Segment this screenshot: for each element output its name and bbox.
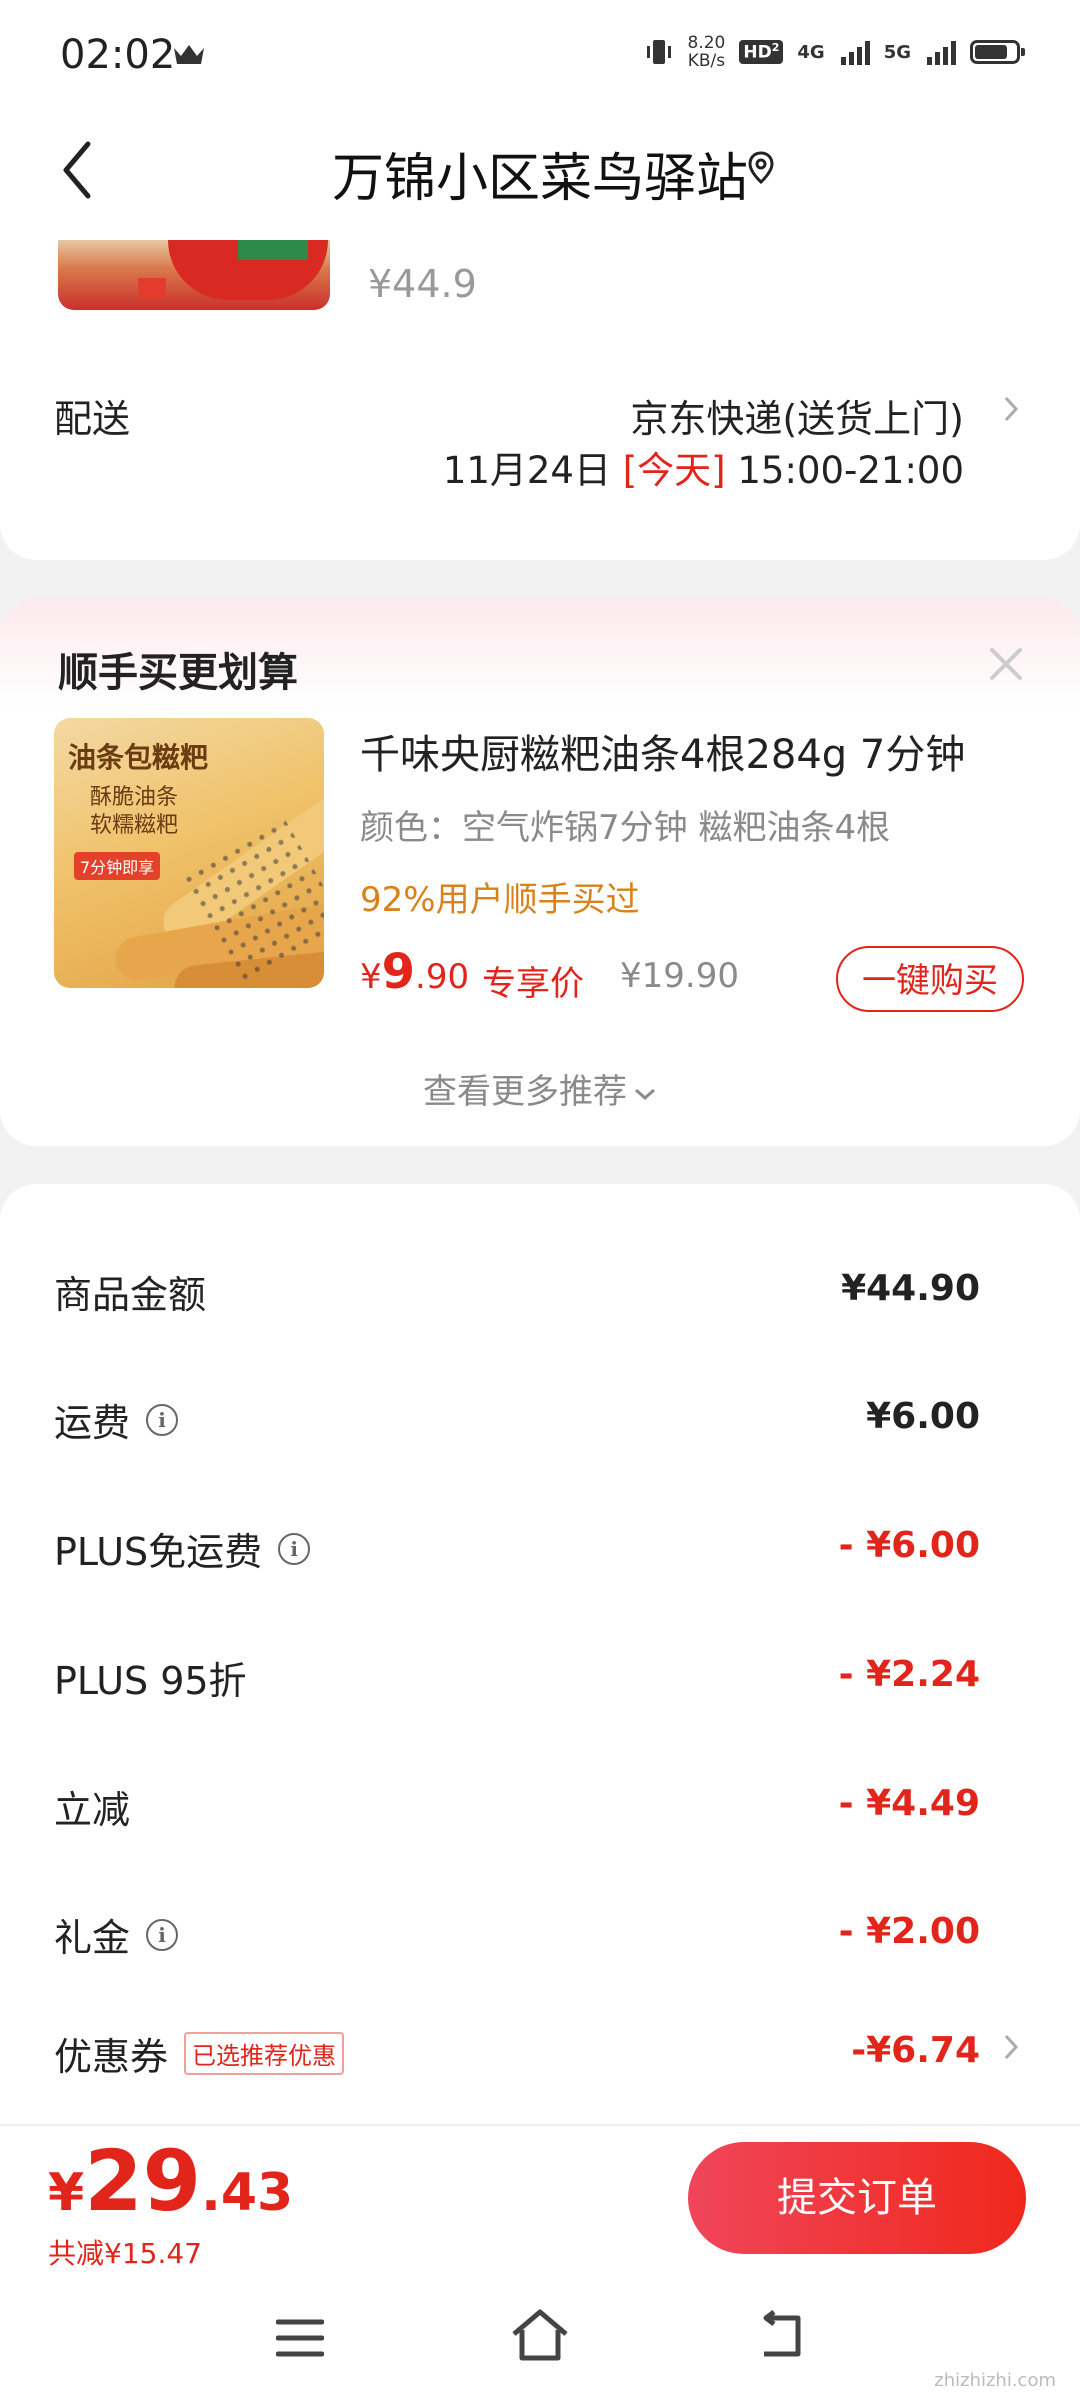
signal-icon-2 [927, 39, 956, 65]
gift-money-value: - ¥2.00 [838, 1911, 980, 1952]
close-icon[interactable] [986, 644, 1026, 684]
recommend-product-name[interactable]: 千味央厨糍粑油条4根284g 7分钟 [360, 722, 965, 780]
chevron-down-icon [635, 1088, 655, 1100]
recommend-title: 顺手买更划算 [58, 650, 298, 696]
back-nav-icon[interactable] [754, 2310, 804, 2360]
crown-icon [174, 45, 204, 64]
more-recommendations-link[interactable]: 查看更多推荐 [0, 1064, 1080, 1113]
one-click-buy-button[interactable]: 一键购买 [836, 946, 1024, 1012]
net-speed: 8.20 KB/s [687, 33, 726, 71]
delivery-time: 11月24日 [今天] 15:00-21:00 [442, 449, 964, 492]
subtotal-value: ¥44.90 [841, 1268, 980, 1309]
recommend-product-attributes: 颜色：空气炸锅7分钟 糍粑油条4根 [360, 808, 891, 848]
home-icon[interactable] [510, 2308, 570, 2364]
info-icon[interactable]: i [146, 1918, 179, 1951]
purchase-rate-text: 92%用户顺手买过 [360, 880, 640, 920]
instant-discount-value: - ¥4.49 [838, 1783, 980, 1824]
status-icons: 8.20 KB/s HD2 4G 5G [644, 33, 1025, 71]
signal-icon [840, 39, 870, 65]
delivery-chevron-right-icon[interactable] [1002, 394, 1020, 424]
recommend-price: ¥9.90 [360, 944, 470, 1000]
plus-discount-value: - ¥2.24 [838, 1654, 980, 1695]
plus-free-shipping-label: PLUS免运费 i [54, 1521, 311, 1576]
total-saved: 共减¥15.47 [48, 2237, 202, 2270]
delivery-label: 配送 [54, 397, 131, 441]
watermark: zhizhizhi.com [934, 2370, 1056, 2391]
gift-money-label: 礼金 i [54, 1907, 179, 1962]
today-tag: [今天] [622, 449, 726, 492]
product-thumbnail[interactable] [58, 240, 330, 310]
original-price: ¥19.90 [620, 956, 739, 996]
info-icon[interactable]: i [146, 1403, 179, 1436]
subtotal-label: 商品金额 [54, 1273, 207, 1317]
page-title: 万锦小区菜鸟驿站 [331, 149, 748, 209]
coupon-label[interactable]: 优惠券 已选推荐优惠 [54, 2026, 345, 2081]
plus-discount-label: PLUS 95折 [54, 1659, 247, 1703]
submit-order-button[interactable]: 提交订单 [688, 2142, 1026, 2254]
total-price: ¥29.43 [48, 2132, 294, 2230]
instant-discount-label: 立减 [54, 1788, 131, 1832]
status-time: 02:02 [60, 32, 176, 78]
item-price: ¥44.9 [368, 262, 477, 306]
exclusive-price-label: 专享价 [482, 964, 584, 1004]
coupon-chevron-right-icon[interactable] [1002, 2032, 1020, 2062]
recommend-product-image[interactable]: 油条包糍粑 酥脆油条 软糯糍粑 7分钟即享 [54, 718, 324, 988]
shipping-fee-label: 运费 i [54, 1392, 179, 1447]
menu-icon[interactable] [276, 2318, 324, 2358]
battery-icon [970, 40, 1025, 64]
delivery-method[interactable]: 京东快递(送货上门) [630, 388, 964, 443]
coupon-tag: 已选推荐优惠 [184, 2032, 345, 2075]
coupon-value[interactable]: -¥6.74 [851, 2030, 980, 2071]
hd-badge: HD2 [739, 40, 784, 64]
network-4g-label: 4G [797, 41, 825, 63]
shipping-fee-value: ¥6.00 [866, 1396, 980, 1437]
location-pin-icon[interactable] [746, 150, 776, 186]
plus-free-shipping-value: - ¥6.00 [838, 1525, 980, 1566]
vibrate-icon [646, 40, 671, 64]
network-5g-label: 5G [883, 41, 911, 63]
info-icon[interactable]: i [278, 1532, 311, 1565]
